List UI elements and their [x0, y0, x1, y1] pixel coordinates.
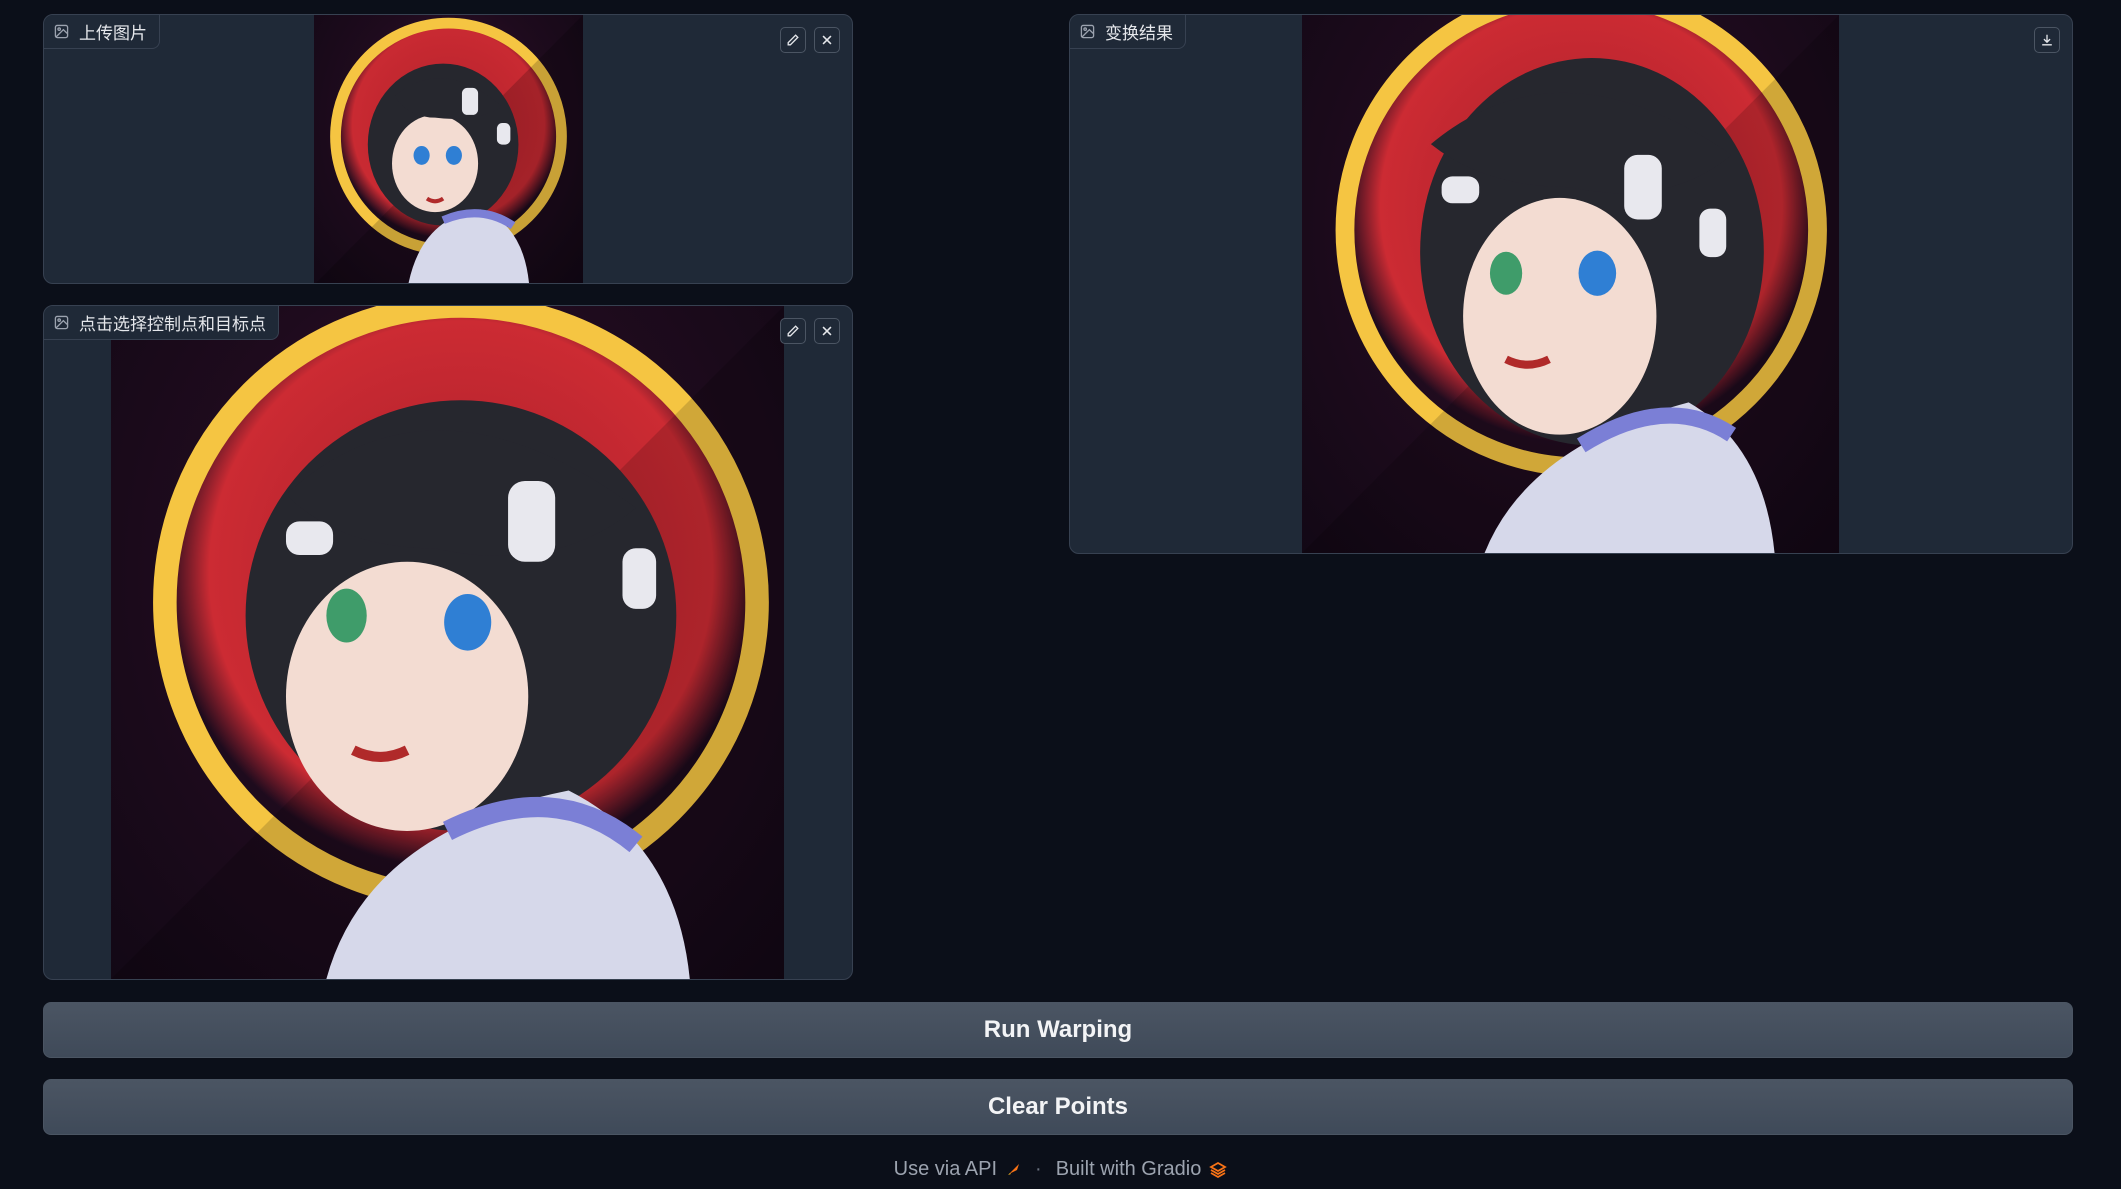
image-icon: [1080, 24, 1095, 39]
run-warping-button[interactable]: Run Warping: [43, 1002, 2073, 1058]
upload-image-label-chip: 上传图片: [44, 15, 160, 49]
result-image: [1302, 15, 1839, 553]
upload-image-toolbar: [780, 27, 840, 53]
result-label-chip: 变换结果: [1070, 15, 1186, 49]
use-via-api-label: Use via API: [893, 1158, 998, 1180]
gradio-logo-icon: [1209, 1161, 1228, 1178]
select-points-label-chip: 点击选择控制点和目标点: [44, 306, 279, 340]
select-points-panel[interactable]: 点击选择控制点和目标点: [43, 305, 853, 980]
use-via-api-link[interactable]: Use via API: [894, 1158, 1021, 1181]
clear-points-button[interactable]: Clear Points: [43, 1079, 2073, 1135]
footer-separator: ·: [1035, 1158, 1042, 1180]
download-button[interactable]: [2034, 27, 2060, 53]
result-panel: 变换结果: [1069, 14, 2073, 554]
upload-image-label: 上传图片: [79, 24, 147, 44]
upload-image-panel[interactable]: 上传图片: [43, 14, 853, 284]
footer: Use via API · Built with Gradio: [0, 1158, 2121, 1181]
edit-icon: [787, 34, 799, 46]
built-with-gradio-link[interactable]: Built with Gradio: [1056, 1158, 1228, 1181]
select-points-toolbar: [780, 318, 840, 344]
image-icon: [54, 315, 69, 330]
close-icon: [822, 326, 832, 336]
uploaded-image[interactable]: [314, 15, 583, 283]
image-icon: [54, 24, 69, 39]
rocket-icon: [1008, 1163, 1020, 1175]
built-with-gradio-label: Built with Gradio: [1055, 1158, 1202, 1180]
edit-button[interactable]: [780, 27, 806, 53]
edit-button[interactable]: [780, 318, 806, 344]
result-label: 变换结果: [1105, 24, 1173, 44]
gradio-app: 上传图片 点击选择控制点和目标点 变换结果 Run Warping Clear …: [0, 0, 2121, 1189]
download-icon: [2042, 34, 2052, 46]
clear-image-button[interactable]: [814, 27, 840, 53]
points-canvas-image[interactable]: [111, 306, 784, 979]
result-toolbar: [2034, 27, 2060, 53]
clear-image-button[interactable]: [814, 318, 840, 344]
edit-icon: [787, 325, 799, 337]
select-points-label: 点击选择控制点和目标点: [79, 315, 266, 335]
close-icon: [822, 35, 832, 45]
